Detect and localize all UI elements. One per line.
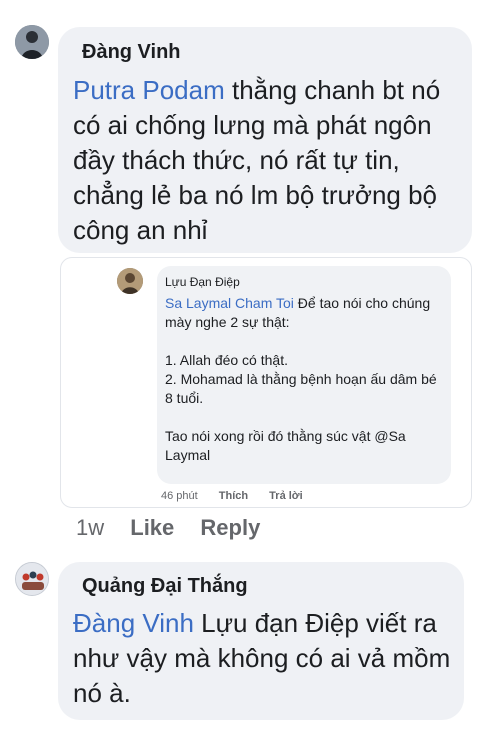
embedded-comment-bubble: Lựu Đạn Điệp Sa Laymal Cham Toi Để tao n…	[157, 266, 451, 484]
mention-link[interactable]: Đàng Vinh	[73, 608, 194, 638]
mention-link[interactable]: Putra Podam	[73, 75, 225, 105]
embedded-reply: Trả lời	[269, 490, 303, 502]
avatar[interactable]	[15, 562, 49, 596]
reply-button[interactable]: Reply	[200, 515, 260, 540]
comment-bubble: Đàng Vinh Putra Podam thằng chanh bt nó …	[58, 27, 472, 253]
comment-author[interactable]: Đàng Vinh	[82, 41, 181, 64]
comment-text: Đàng Vinh Lựu đạn Điệp viết ra như vậy m…	[73, 606, 451, 711]
avatar[interactable]	[15, 25, 49, 59]
person-icon	[117, 268, 143, 294]
embedded-line: 1. Allah đéo có thật.	[165, 352, 288, 368]
embedded-screenshot: Lựu Đạn Điệp Sa Laymal Cham Toi Để tao n…	[60, 257, 472, 508]
comment-bubble: Quảng Đại Thắng Đàng Vinh Lựu đạn Điệp v…	[58, 562, 464, 720]
like-button[interactable]: Like	[130, 515, 174, 540]
comment-text: Putra Podam thằng chanh bt nó có ai chốn…	[73, 73, 453, 248]
comment-author[interactable]: Quảng Đại Thắng	[82, 575, 248, 598]
person-icon	[15, 25, 49, 59]
embedded-line: 2. Mohamad là thằng bệnh hoạn ấu dâm bé …	[165, 371, 437, 406]
embedded-actions: 46 phút Thích Trả lời	[161, 490, 321, 502]
embedded-comment-text: Sa Laymal Cham Toi Để tao nói cho chúng …	[165, 294, 447, 465]
comment-time: 1w	[76, 515, 105, 540]
embedded-mention: Sa Laymal Cham Toi	[165, 295, 294, 311]
group-photo-icon	[16, 563, 48, 595]
avatar	[117, 268, 143, 294]
embedded-time: 46 phút	[161, 490, 198, 502]
comment-actions: 1w Like Reply	[76, 515, 280, 541]
embedded-author: Lựu Đạn Điệp	[165, 275, 240, 289]
embedded-like: Thích	[218, 490, 249, 502]
embedded-line: Tao nói xong rồi đó thằng súc vật @Sa La…	[165, 428, 406, 463]
